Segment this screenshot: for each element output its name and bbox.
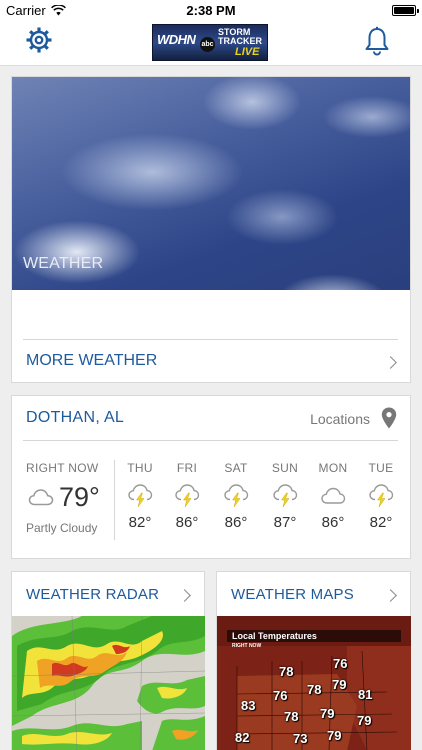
map-temperature: 82 (235, 730, 250, 745)
thunderstorm-icon (175, 484, 200, 508)
thunderstorm-icon (128, 484, 153, 508)
app-header: WDHN abc STORM TRACKER LIVE (0, 20, 422, 66)
weather-feature-image[interactable]: WEATHER (12, 77, 410, 290)
logo-live-text: LIVE (235, 46, 260, 58)
temperature-map-image[interactable]: Local Temperatures RIGHT NOW 78 76 79 76… (217, 616, 411, 750)
gear-icon[interactable] (25, 26, 53, 54)
chevron-right-icon[interactable] (384, 589, 397, 602)
forecast-day-temp: 86° (321, 514, 345, 531)
thunderstorm-icon (224, 484, 249, 508)
chevron-right-icon[interactable] (384, 356, 397, 369)
map-temperature: 79 (357, 713, 372, 728)
weather-feature-card[interactable]: WEATHER MORE WEATHER (11, 76, 411, 383)
divider (114, 460, 115, 540)
forecast-day: TUE 82° (357, 461, 405, 531)
cloud-icon (321, 487, 346, 504)
weather-radar-tile[interactable]: WEATHER RADAR (11, 571, 205, 750)
locations-button[interactable]: Locations (310, 411, 370, 427)
radar-map-graphic (12, 616, 205, 750)
forecast-day-name: MON (318, 461, 348, 475)
forecast-day-temp: 86° (224, 514, 248, 531)
divider (23, 440, 398, 441)
bell-icon[interactable] (364, 26, 390, 56)
forecast-card: DOTHAN, AL Locations RIGHT NOW 79° Partl… (11, 395, 411, 559)
radar-map-image[interactable] (12, 616, 205, 750)
chevron-right-icon[interactable] (178, 589, 191, 602)
map-temperature: 79 (327, 728, 342, 743)
divider (23, 339, 398, 340)
logo-storm-text: STORM TRACKER (218, 27, 262, 46)
forecast-day: MON 86° (309, 461, 357, 531)
forecast-day-name: SAT (224, 461, 248, 475)
map-temperature: 76 (273, 688, 288, 703)
map-subtitle: RIGHT NOW (232, 643, 262, 649)
map-temperature: 78 (279, 664, 294, 679)
city-name: DOTHAN, AL (26, 409, 125, 426)
map-temperature: 83 (241, 698, 256, 713)
map-title: Local Temperatures (227, 630, 401, 642)
weather-image-label: WEATHER (23, 255, 104, 272)
forecast-day-name: THU (127, 461, 153, 475)
forecast-day-temp: 82° (128, 514, 152, 531)
thunderstorm-icon (369, 484, 394, 508)
forecast-day: FRI 86° (163, 461, 211, 531)
forecast-day-temp: 87° (273, 514, 297, 531)
weather-maps-tile[interactable]: WEATHER MAPS Local Temperatures RIGHT NO… (216, 571, 411, 750)
current-label: RIGHT NOW (26, 461, 99, 475)
thunderstorm-icon (273, 484, 298, 508)
forecast-day-name: SUN (271, 461, 299, 475)
station-logo: WDHN abc STORM TRACKER LIVE (152, 24, 268, 61)
forecast-day-temp: 82° (369, 514, 393, 531)
forecast-day-temp: 86° (175, 514, 199, 531)
forecast-day: THU 82° (116, 461, 164, 531)
forecast-day: SUN 87° (261, 461, 309, 531)
cloud-icon (28, 489, 54, 506)
map-temperature: 78 (284, 709, 299, 724)
radar-title[interactable]: WEATHER RADAR (26, 586, 159, 603)
current-temperature: 79° (59, 482, 100, 512)
map-temperature: 79 (320, 706, 335, 721)
map-temperature: 78 (307, 682, 322, 697)
map-temperature: 76 (333, 656, 348, 671)
map-temperature: 73 (293, 731, 308, 746)
current-condition: Partly Cloudy (26, 521, 98, 535)
more-weather-link[interactable]: MORE WEATHER (26, 352, 157, 370)
battery-icon (392, 5, 419, 16)
maps-title[interactable]: WEATHER MAPS (231, 586, 354, 603)
forecast-day-name: TUE (368, 461, 394, 475)
status-bar: Carrier 2:38 PM (0, 0, 422, 20)
forecast-day: SAT 86° (212, 461, 260, 531)
status-time: 2:38 PM (186, 3, 236, 18)
location-pin-icon[interactable] (381, 407, 397, 429)
map-temperature: 81 (358, 687, 373, 702)
map-temperature: 79 (332, 677, 347, 692)
logo-network-text: abc (200, 37, 215, 52)
logo-station-text: WDHN (157, 32, 196, 47)
forecast-day-name: FRI (176, 461, 198, 475)
